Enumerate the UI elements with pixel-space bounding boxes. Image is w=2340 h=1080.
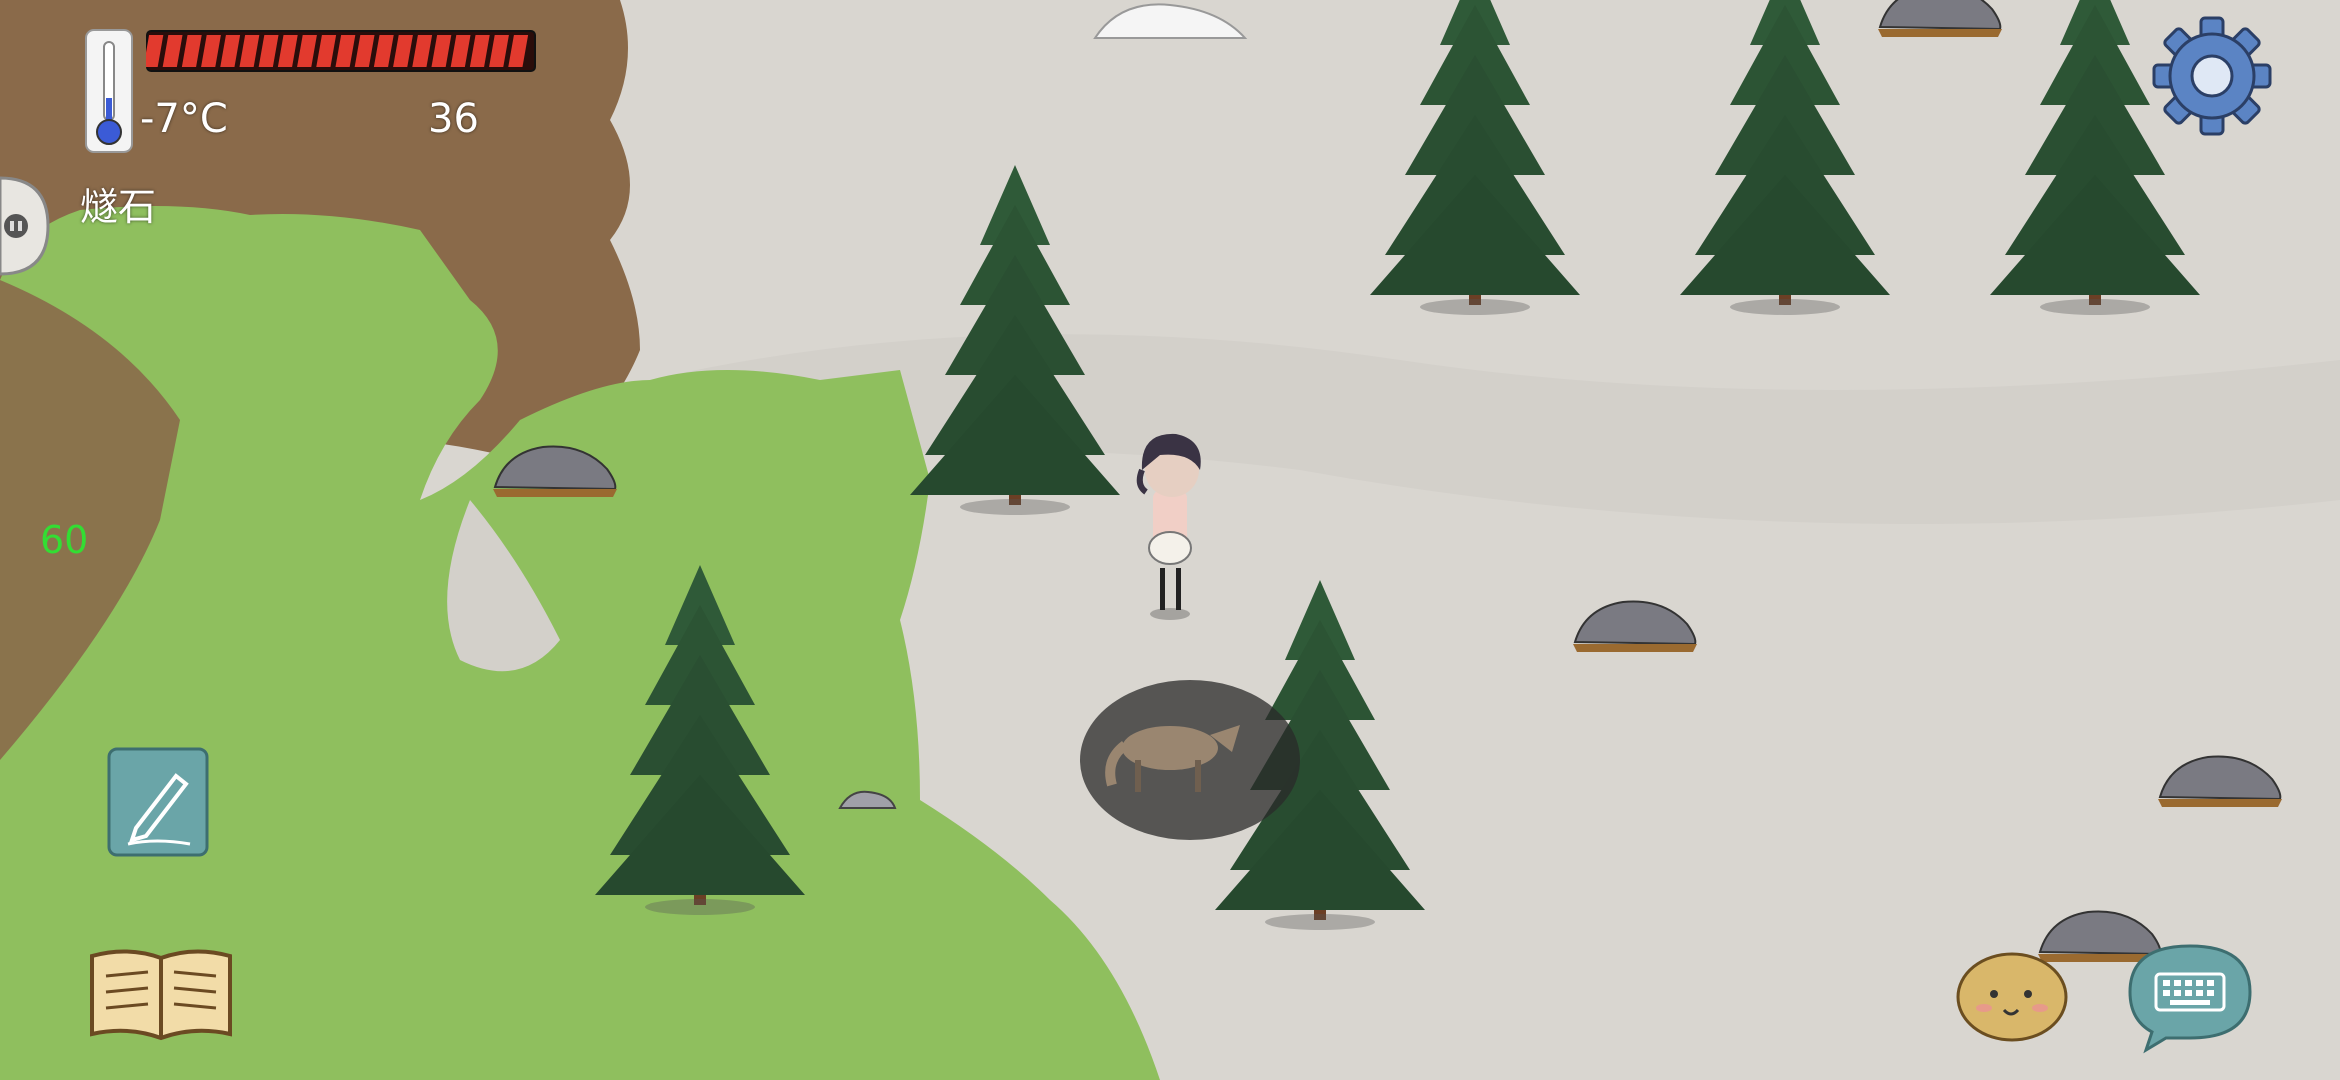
- temperature-readout: -7°C: [140, 96, 228, 142]
- food-meter: [146, 30, 536, 72]
- potato-face-icon[interactable]: [1954, 950, 2070, 1044]
- keyboard-chat-icon[interactable]: [2126, 942, 2254, 1054]
- big-rock[interactable]: [1877, 0, 2003, 38]
- pencil-note-icon[interactable]: [106, 746, 210, 858]
- gear-icon[interactable]: [2150, 14, 2274, 138]
- thermometer-icon: [85, 29, 133, 153]
- side-menu-tab[interactable]: [0, 176, 50, 276]
- food-counter: 36: [428, 96, 479, 142]
- open-book-icon[interactable]: [88, 942, 234, 1042]
- held-item-label: 燧石: [80, 185, 157, 229]
- game-world[interactable]: [0, 0, 2340, 1080]
- fps-counter: 60: [40, 518, 89, 562]
